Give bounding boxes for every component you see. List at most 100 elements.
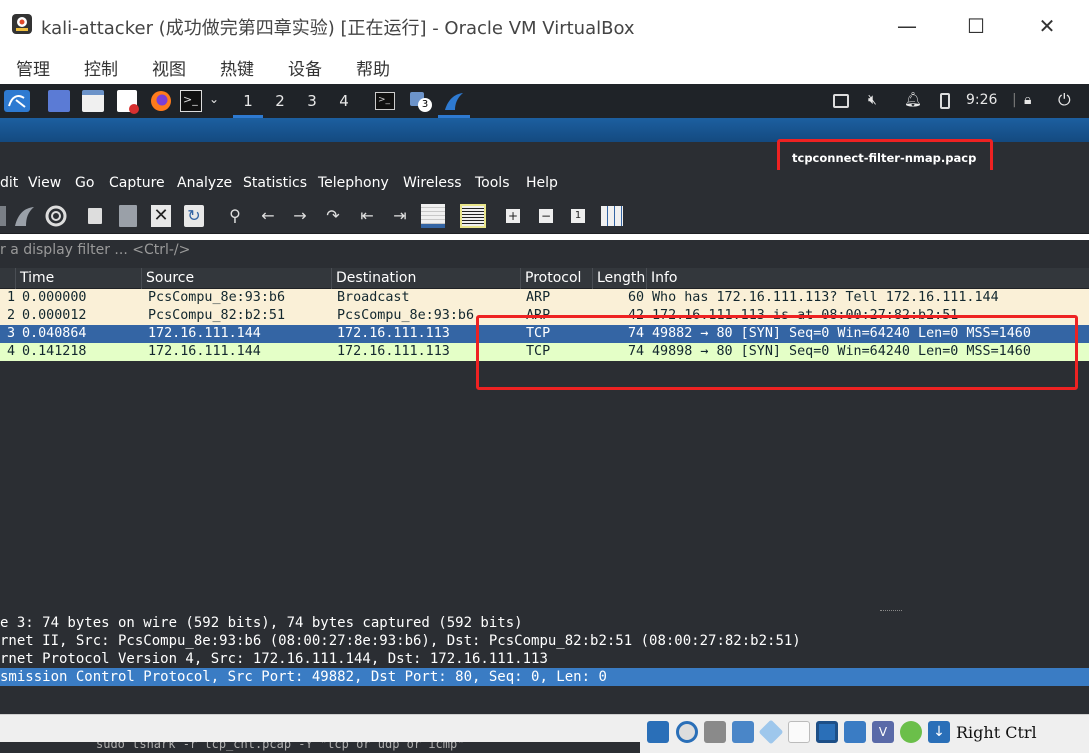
column-time[interactable]: Time [16,268,142,289]
restart-capture-icon[interactable] [12,204,36,228]
last-packet-icon[interactable]: ⇥ [390,206,410,226]
file-manager-icon[interactable] [82,90,104,112]
workspace-4[interactable]: 4 [333,92,355,110]
stop-capture-icon[interactable] [0,206,6,226]
menu-view[interactable]: View [28,175,61,191]
power-icon[interactable]: ⏻ [1058,90,1071,110]
column-destination[interactable]: Destination [332,268,521,289]
splitter-grip[interactable] [880,610,902,611]
terminal-launcher-icon[interactable]: >_ [180,90,202,112]
wireshark-task-icon[interactable] [442,90,466,112]
close-button[interactable]: ✕ [1033,12,1061,40]
speaker-muted-icon[interactable]: 🔇︎ [868,92,877,108]
menu-hotkey[interactable]: 热键 [220,55,254,80]
window-title: kali-attacker (成功做完第四章实验) [正在运行] - Oracl… [41,18,635,39]
first-packet-icon[interactable]: ⇤ [357,206,377,226]
network-adapter-icon[interactable] [732,721,754,743]
detail-tcp-selected[interactable]: smission Control Protocol, Src Port: 498… [0,668,1089,686]
reload-file-icon[interactable]: ↻ [184,205,204,227]
display-icon[interactable] [816,721,838,743]
menu-wireless[interactable]: Wireless [403,175,462,191]
packet-length: 60 [628,290,645,305]
vbox-title-bar: kali-attacker (成功做完第四章实验) [正在运行] - Oracl… [0,0,1089,50]
menu-help[interactable]: Help [526,175,558,191]
chevron-down-icon[interactable]: ⌄ [203,92,225,106]
audio-icon[interactable] [704,721,726,743]
shared-folder-icon[interactable] [788,721,810,743]
task-count-badge: 3 [418,98,432,112]
detail-ethernet[interactable]: rnet II, Src: PcsCompu_8e:93:b6 (08:00:2… [0,632,1089,650]
host-key-label: Right Ctrl [956,723,1037,742]
auto-scroll-icon[interactable] [421,204,445,228]
column-no[interactable] [0,268,16,289]
vbox-menu-bar: 管理 控制 视图 热键 设备 帮助 [0,50,1089,84]
kali-menu-icon[interactable] [4,90,30,112]
clock[interactable]: 9:26 [966,92,997,108]
packet-destination: Broadcast [337,290,410,305]
grouped-task-icon[interactable]: 3 [410,90,432,112]
battery-icon[interactable] [940,93,950,109]
show-desktop-icon[interactable] [48,90,70,112]
video-capture-icon[interactable] [844,721,866,743]
menu-control[interactable]: 控制 [84,55,118,80]
column-source[interactable]: Source [142,268,332,289]
normal-size-icon[interactable]: 1 [571,209,585,223]
optical-drive-icon[interactable] [676,721,698,743]
menu-statistics[interactable]: Statistics [243,175,307,191]
column-info[interactable]: Info [647,268,1089,289]
firefox-icon[interactable] [150,90,172,112]
hard-disk-icon[interactable] [647,721,669,743]
go-to-packet-icon[interactable]: ↷ [323,206,343,226]
resize-columns-icon[interactable] [601,206,623,226]
save-file-icon[interactable] [119,205,137,227]
notification-bell-icon[interactable]: 🔔︎ [904,92,922,108]
lock-icon[interactable]: 🔒︎ [1024,92,1031,108]
terminal-task-icon[interactable]: >_ [375,92,395,110]
workspace-2[interactable]: 2 [269,92,291,110]
zoom-in-icon[interactable]: + [506,209,520,223]
usb-icon[interactable] [758,719,784,745]
column-protocol[interactable]: Protocol [521,268,593,289]
menu-capture[interactable]: Capture [109,175,165,191]
minimize-button[interactable]: — [893,12,921,40]
detail-ipv4[interactable]: rnet Protocol Version 4, Src: 172.16.111… [0,650,1089,668]
packet-no: 4 [7,344,16,359]
menu-manage[interactable]: 管理 [16,55,50,80]
maximize-button[interactable]: ☐ [962,12,990,40]
guest-additions-icon[interactable] [900,721,922,743]
go-forward-icon[interactable]: → [290,206,310,226]
detail-frame[interactable]: e 3: 74 bytes on wire (592 bits), 74 byt… [0,614,1089,632]
menu-view[interactable]: 视图 [152,55,186,80]
packet-protocol: ARP [526,290,551,305]
workspace-1[interactable]: 1 [237,92,259,110]
close-file-icon[interactable]: ✕ [151,205,171,227]
virtualization-icon[interactable]: V [872,721,894,743]
display-filter-bar[interactable]: r a display filter ... <Ctrl-/> [0,240,1089,262]
zoom-out-icon[interactable]: − [539,209,553,223]
packet-row[interactable]: 1 0.000000 PcsCompu_8e:93:b6 Broadcast A… [0,289,1089,307]
workspace-3[interactable]: 3 [301,92,323,110]
find-packet-icon[interactable]: ⚲ [225,206,245,226]
menu-edit[interactable]: dit [0,175,18,191]
menu-analyze[interactable]: Analyze [177,175,232,191]
pane-splitter[interactable] [0,607,1089,614]
display-filter-input[interactable]: r a display filter ... <Ctrl-/> [0,242,190,258]
open-file-icon[interactable] [88,208,102,224]
menu-go[interactable]: Go [75,175,94,191]
menu-help[interactable]: 帮助 [356,55,390,80]
column-length[interactable]: Length [593,268,647,289]
text-editor-icon[interactable] [117,90,139,114]
packet-source: 172.16.111.144 [148,326,261,341]
menu-tools[interactable]: Tools [475,175,510,191]
kali-top-panel: >_ ⌄ 1 2 3 4 >_ 3 🔇︎ 🔔︎ 9:26 | 🔒︎ ⏻ [0,84,1089,118]
network-icon[interactable] [833,94,849,108]
packet-destination: 172.16.111.113 [337,344,450,359]
annotation-box-syn-packets [476,315,1078,390]
menu-telephony[interactable]: Telephony [318,175,389,191]
packet-time: 0.141218 [22,344,87,359]
go-back-icon[interactable]: ← [258,206,278,226]
colorize-icon[interactable] [460,204,486,228]
mouse-integration-icon[interactable]: ↓ [928,721,950,743]
menu-devices[interactable]: 设备 [288,55,322,80]
capture-options-icon[interactable] [44,204,68,228]
